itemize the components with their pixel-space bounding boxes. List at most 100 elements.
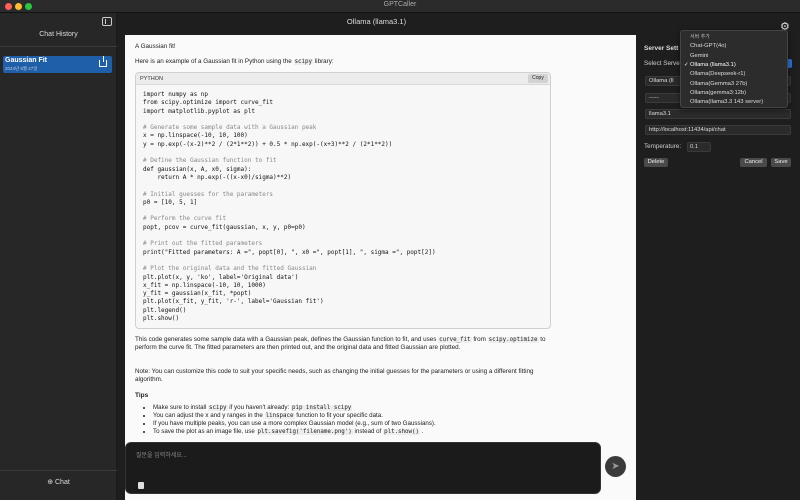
- code-line: print("Fitted parameters: A =", popt[0],…: [143, 248, 436, 256]
- send-icon: ➤: [611, 461, 620, 472]
- code-line: y = np.exp(-(x-2)**2 / (2*1**2)) + 0.5 *…: [143, 140, 393, 148]
- settings-title: Server Sett: [644, 45, 679, 52]
- delete-button[interactable]: Delete: [644, 158, 668, 167]
- code-line: from scipy.optimize import curve_fit: [143, 99, 274, 107]
- para1-b: from: [473, 336, 486, 343]
- code-line: plt.plot(x, y, 'ko', label='Original dat…: [143, 273, 299, 281]
- window-title: GPTCaller: [383, 1, 417, 8]
- dropdown-item[interactable]: Gemini: [681, 52, 787, 61]
- tips-list: Make sure to install scipy if you haven'…: [145, 404, 615, 436]
- code-line: p0 = [10, 5, 1]: [143, 198, 198, 206]
- sidebar-bottom-divider: [0, 470, 117, 471]
- tip-b: if you haven't already:: [229, 404, 290, 411]
- chat-history-item-title: Gaussian Fit: [5, 57, 48, 64]
- message-input[interactable]: 질문을 입력하세요...: [136, 450, 187, 459]
- sidebar-divider: [0, 46, 117, 47]
- code-language: PYTHON: [140, 76, 163, 82]
- code-line: # Print out the fitted parameters: [143, 240, 263, 248]
- plus-circle-icon: ⊕: [47, 479, 55, 486]
- dropdown-item-label: Ollama(Deepseek-r1): [690, 71, 746, 78]
- model-field[interactable]: llama3.1: [645, 109, 791, 119]
- para1-code2: scipy.optimize: [487, 337, 539, 343]
- intro-code: scipy: [293, 59, 314, 65]
- chat-history-item[interactable]: Gaussian Fit 2024년 9월 27일: [3, 56, 112, 73]
- temperature-label: Temperature:: [644, 143, 682, 150]
- sidebar-title: Chat History: [39, 31, 78, 38]
- dropdown-item[interactable]: Ollama(gemma3:12b): [681, 89, 787, 98]
- select-server-label: Select Serve: [644, 60, 680, 67]
- code-line: plt.legend(): [143, 306, 187, 314]
- code-body: import numpy as np from scipy.optimize im…: [143, 91, 543, 323]
- copy-button[interactable]: Copy: [528, 74, 548, 83]
- intro-text-b: library:: [314, 58, 334, 65]
- code-line: # Generate some sample data with a Gauss…: [143, 124, 317, 132]
- dropdown-item-label: Gemini: [690, 52, 709, 59]
- tip-b: function to fit your specific data.: [296, 412, 383, 419]
- send-button[interactable]: ➤: [605, 456, 626, 477]
- title-bar: GPTCaller: [0, 0, 800, 13]
- dropdown-item[interactable]: Ollama(Deepseek-r1): [681, 70, 787, 79]
- tip-item: If you have multiple peaks, you can use …: [153, 420, 615, 428]
- cancel-button[interactable]: Cancel: [740, 158, 767, 167]
- code-line: # Perform the curve fit: [143, 215, 227, 223]
- dropdown-item-label: Ollama(gemma3:12b): [690, 89, 747, 96]
- dropdown-item-label: 서버 추가: [690, 34, 710, 40]
- code-block: PYTHON Copy import numpy as np from scipy…: [135, 72, 551, 329]
- code-line: import matplotlib.pyplot as plt: [143, 107, 255, 115]
- intro-text-a: Here is an example of a Gaussian fit in …: [135, 58, 292, 65]
- server-dropdown-menu: 서버 추가 Chat-GPT(4o) Gemini ✓ Ollama (llama3.1…: [680, 30, 788, 108]
- code-line: popt, pcov = curve_fit(gaussian, x, y, p…: [143, 223, 306, 231]
- dropdown-item-label: Ollama (llama3.1): [690, 61, 736, 68]
- tip-item: Make sure to install scipy if you haven'…: [153, 404, 615, 412]
- dropdown-item[interactable]: ✓ Ollama (llama3.1): [681, 61, 787, 70]
- url-field[interactable]: http://localhost:11434/api/chat: [645, 125, 791, 135]
- sidebar: Chat History Gaussian Fit 2024년 9월 27일 ⊕…: [0, 13, 117, 500]
- new-chat-label: Chat: [55, 479, 70, 486]
- para1-code1: curve_fit: [438, 337, 472, 343]
- dropdown-item[interactable]: Ollama(Gemma3 27b): [681, 80, 787, 89]
- tip-item: To save the plot as an image file, use p…: [153, 428, 615, 436]
- new-chat-button[interactable]: ⊕ Chat: [0, 478, 117, 486]
- app-window: GPTCaller Chat History Gaussian Fit 2024…: [0, 0, 800, 500]
- code-line: # Initial guesses for the parameters: [143, 190, 274, 198]
- code-line: plt.show(): [143, 315, 180, 323]
- message-input-box[interactable]: 질문을 입력하세요...: [125, 442, 601, 494]
- dropdown-item-label: Ollama(Gemma3 27b): [690, 80, 748, 87]
- tip-code2: pip install scipy: [290, 405, 353, 411]
- export-icon[interactable]: [99, 56, 107, 67]
- tip-a: You can adjust the x and y ranges in the: [153, 412, 263, 419]
- sidebar-toggle-icon[interactable]: [102, 17, 112, 26]
- code-header: PYTHON Copy: [136, 73, 550, 85]
- chat-content: A Gaussian fit! Here is an example of a …: [125, 35, 636, 500]
- tips-heading: Tips: [135, 392, 149, 399]
- tip-item: You can adjust the x and y ranges in the…: [153, 412, 615, 420]
- tip-code: plt.savefig('filename.png'): [256, 429, 353, 435]
- tip-c: .: [421, 428, 424, 435]
- explanation-paragraph: This code generates some sample data wit…: [135, 336, 555, 352]
- code-line: # Define the Gaussian function to fit: [143, 157, 277, 165]
- tip-a: Make sure to install: [153, 404, 207, 411]
- save-button[interactable]: Save: [771, 158, 791, 167]
- temperature-field[interactable]: 0.1: [687, 142, 711, 152]
- para1-a: This code generates some sample data wit…: [135, 336, 437, 343]
- intro-text: Here is an example of a Gaussian fit in …: [135, 58, 334, 66]
- code-line: y_fit = gaussian(x_fit, *popt): [143, 290, 252, 298]
- code-line: # Plot the original data and the fitted …: [143, 265, 317, 273]
- chat-history-item-date: 2024년 9월 27일: [5, 66, 38, 71]
- user-prompt: A Gaussian fit!: [135, 43, 176, 50]
- tip-code2: plt.show(): [383, 429, 420, 435]
- checkmark-icon: ✓: [684, 61, 689, 68]
- dropdown-item[interactable]: Chat-GPT(4o): [681, 42, 787, 51]
- dropdown-item-label: Chat-GPT(4o): [690, 43, 727, 50]
- dropdown-item[interactable]: 서버 추가: [681, 33, 787, 42]
- tip-code: scipy: [208, 405, 228, 411]
- dropdown-item-label: Ollama(llama3.3 143 server): [690, 99, 764, 106]
- dropdown-item[interactable]: Ollama(llama3.3 143 server): [681, 98, 787, 107]
- attach-file-icon[interactable]: [138, 482, 144, 489]
- code-line: plt.plot(x_fit, y_fit, 'r-', label='Gaus…: [143, 298, 324, 306]
